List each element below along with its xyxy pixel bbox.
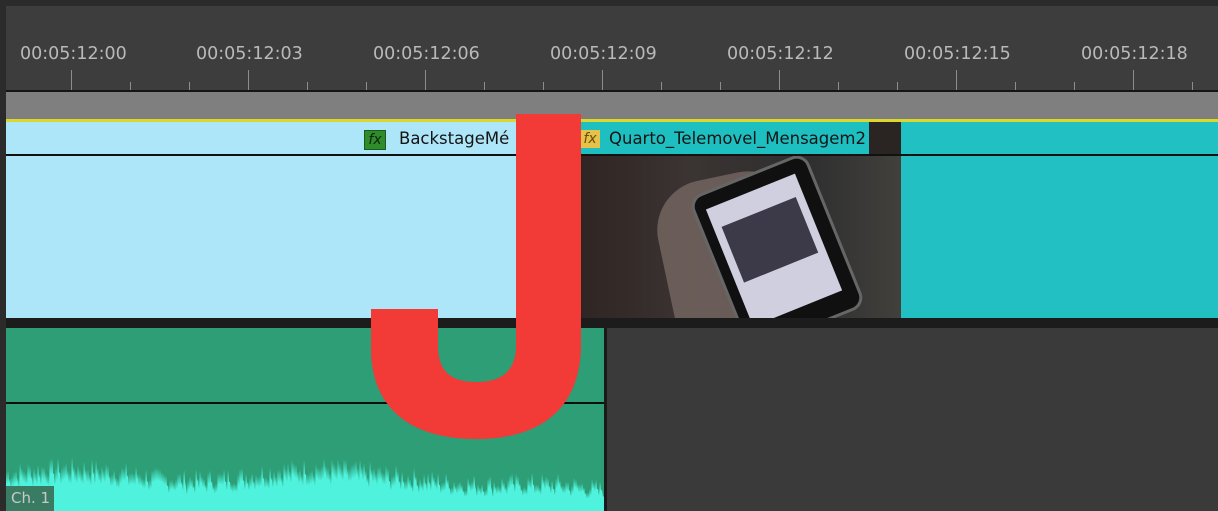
audio-waveform xyxy=(6,457,604,511)
clip-thumbnail xyxy=(574,151,901,318)
clip-header: fx Quarto_Telemovel_Mensagem2 xyxy=(574,122,869,154)
timecode-5: 00:05:12:15 xyxy=(904,44,1011,64)
ruler-tick xyxy=(1133,70,1134,90)
clip-header xyxy=(901,122,1218,154)
ruler-tick xyxy=(720,82,721,90)
timecode-2: 00:05:12:06 xyxy=(373,44,480,64)
ruler-tick xyxy=(838,82,839,90)
channel-label: Ch. 1 xyxy=(6,486,54,511)
timecode-0: 00:05:12:00 xyxy=(20,44,127,64)
ruler-tick xyxy=(1074,82,1075,90)
timecode-3: 00:05:12:09 xyxy=(550,44,657,64)
clip-header-divider xyxy=(6,154,1218,156)
ruler-tick xyxy=(484,82,485,90)
empty-audio-area xyxy=(604,328,1218,511)
ruler-tick xyxy=(779,70,780,90)
timecode-4: 00:05:12:12 xyxy=(727,44,834,64)
ruler-tick xyxy=(1015,82,1016,90)
ruler-tick xyxy=(425,70,426,90)
ruler-tick xyxy=(661,82,662,90)
ruler-tick xyxy=(248,70,249,90)
ruler-tick xyxy=(307,82,308,90)
ruler-tick xyxy=(602,70,603,90)
ruler-tick xyxy=(71,70,72,90)
ruler-tick xyxy=(956,70,957,90)
work-area-bar[interactable] xyxy=(6,92,1218,121)
clip-name: Quarto_Telemovel_Mensagem2 xyxy=(609,129,866,148)
j-cut-overlay: J xyxy=(371,114,581,439)
ruler-tick xyxy=(1192,82,1193,90)
ruler-tick xyxy=(897,82,898,90)
ruler-tick xyxy=(543,82,544,90)
ruler-tick xyxy=(130,82,131,90)
time-ruler[interactable]: 00:05:12:00 00:05:12:03 00:05:12:06 00:0… xyxy=(6,6,1218,90)
timecode-6: 00:05:12:18 xyxy=(1081,44,1188,64)
track-separator xyxy=(6,318,1218,328)
timecode-1: 00:05:12:03 xyxy=(196,44,303,64)
video-clip-quarto-telemovel[interactable]: fx Quarto_Telemovel_Mensagem2 xyxy=(574,122,901,318)
timeline-panel: 00:05:12:00 00:05:12:03 00:05:12:06 00:0… xyxy=(6,6,1218,511)
ruler-tick xyxy=(189,82,190,90)
ruler-tick xyxy=(366,82,367,90)
video-clip-teal[interactable] xyxy=(901,122,1218,318)
